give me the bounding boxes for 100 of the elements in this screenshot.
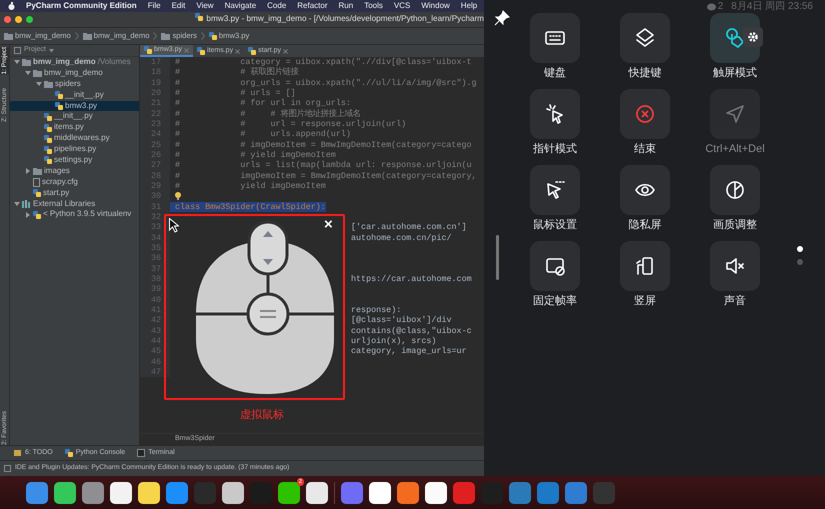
expanded-arrow-icon[interactable]: [14, 201, 20, 208]
python-console-icon: [64, 449, 73, 457]
close-button[interactable]: ×: [324, 217, 333, 232]
menu-item[interactable]: Window: [421, 0, 450, 12]
clock-text: 8月4日 周四 23:56: [731, 0, 813, 14]
code-line: # urls = list(map(lambda url: response.urljoin(u: [174, 160, 472, 171]
python-file-icon: [195, 13, 204, 22]
tree-item[interactable]: __init__.py: [10, 90, 139, 101]
code-line: # # 获取图片链接: [174, 67, 298, 78]
library-icon: [22, 200, 31, 208]
tile-button[interactable]: [620, 89, 670, 139]
menu-item[interactable]: View: [196, 0, 214, 12]
page-dot[interactable]: [797, 246, 803, 252]
send-arrow-icon: [724, 103, 746, 125]
app-icon[interactable]: [306, 482, 328, 504]
tree-item[interactable]: __init__.py: [10, 111, 139, 122]
notification-count: 2: [718, 0, 724, 14]
settings-icon[interactable]: [747, 31, 759, 43]
menu-item[interactable]: Help: [460, 0, 478, 12]
menu-item[interactable]: Tools: [364, 0, 383, 12]
menu-item[interactable]: Navigate: [224, 0, 256, 12]
app-menu[interactable]: PyCharm Community Edition: [26, 0, 137, 12]
code-line: [@class='uibox']/div: [351, 315, 452, 326]
tile-button[interactable]: [620, 165, 670, 215]
page-dot[interactable]: [797, 259, 803, 265]
code-line: ['car.autohome.com.cn']: [351, 222, 467, 233]
menu-item[interactable]: VCS: [394, 0, 410, 12]
pin-icon[interactable]: [494, 10, 510, 26]
tree-item[interactable]: middlewares.py: [10, 133, 139, 144]
code-line: # # imgDemoItem = BmwImgDemoItem(category=catego: [174, 140, 472, 150]
tree-item[interactable]: < Python 3.9.5 virtualenv: [10, 209, 139, 220]
code-line: category, image_urls=ur: [351, 346, 467, 357]
code-line: # org_urls = uibox.xpath(".//ul/li/a/img/@src").g: [174, 78, 477, 88]
tile-label: 快捷键: [628, 66, 662, 80]
expanded-arrow-icon[interactable]: [25, 70, 31, 76]
collapsed-arrow-icon[interactable]: [25, 168, 31, 174]
menu-item[interactable]: Edit: [172, 0, 186, 12]
menu-item[interactable]: File: [148, 0, 161, 12]
folder-icon: [161, 32, 170, 40]
folder-icon: [33, 69, 42, 78]
click-pointer-icon: [544, 103, 566, 125]
tile-button[interactable]: [620, 13, 670, 63]
zoom-button[interactable]: [26, 16, 33, 23]
expanded-arrow-icon[interactable]: [14, 59, 20, 66]
close-button[interactable]: [4, 16, 11, 23]
python-file-icon: [248, 47, 256, 55]
tree-item[interactable]: bmw3.py: [10, 100, 139, 112]
speaker-muted-icon: [724, 255, 746, 277]
folder-icon: [82, 32, 92, 40]
scroll-handle[interactable]: [496, 235, 499, 280]
chevron-icon: [200, 32, 205, 40]
tree-item[interactable]: start.py: [10, 188, 139, 199]
tree-item[interactable]: images: [10, 166, 139, 177]
chat-icon: [706, 2, 716, 10]
app-icon[interactable]: [425, 482, 447, 504]
tree-item-label: images: [44, 166, 70, 177]
tile-button[interactable]: [530, 165, 580, 215]
collapsed-arrow-icon[interactable]: [25, 212, 31, 218]
tree-item[interactable]: settings.py: [10, 155, 139, 166]
app-icon[interactable]: [222, 482, 244, 504]
tree-item[interactable]: bmw_img_demo: [10, 68, 139, 79]
app-icon[interactable]: [110, 482, 132, 504]
tile-button[interactable]: [710, 165, 760, 215]
tree-item[interactable]: spiders: [10, 78, 139, 90]
tile-button[interactable]: [530, 13, 580, 63]
folder-icon: [22, 58, 31, 66]
tree-item-label: pipelines.py: [54, 144, 96, 156]
expanded-arrow-icon[interactable]: [36, 81, 42, 88]
frame-rate-icon: [544, 255, 566, 277]
tile-label: 固定帧率: [533, 294, 577, 308]
menu-item[interactable]: Code: [267, 0, 286, 12]
app-icon[interactable]: [138, 482, 160, 504]
rotate-screen-icon: [634, 255, 656, 277]
tree-item-label: bmw_img_demo: [33, 57, 96, 68]
tile-button[interactable]: [710, 241, 760, 291]
panel-icon: [14, 47, 21, 54]
pointer-settings-icon: [544, 179, 566, 201]
tile-label: 隐私屏: [628, 218, 662, 232]
tree-item-label: middlewares.py: [54, 133, 110, 144]
tree-item-label: bmw_img_demo: [44, 68, 103, 79]
app-icon[interactable]: [54, 482, 76, 504]
code-line: # # for url in org_urls:: [174, 98, 351, 109]
close-icon: [283, 48, 288, 54]
tree-item[interactable]: pipelines.py: [10, 144, 139, 156]
tree-item[interactable]: scrapy.cfg: [10, 176, 139, 188]
virtual-mouse-caption: 虚拟鼠标: [240, 408, 284, 423]
tile-button[interactable]: [620, 241, 670, 291]
tree-item-label: External Libraries: [33, 198, 96, 210]
tree-item[interactable]: items.py: [10, 122, 139, 134]
tile-button[interactable]: [530, 89, 580, 139]
tree-item-label: __init__.py: [65, 90, 104, 101]
menu-item[interactable]: Refactor: [297, 0, 328, 12]
tree-item[interactable]: bmw_img_demo /Volumes: [10, 57, 139, 68]
tile-button[interactable]: [530, 241, 580, 291]
app-icon[interactable]: [369, 482, 391, 504]
tree-item[interactable]: External Libraries: [10, 198, 139, 210]
tile-button[interactable]: [710, 13, 760, 63]
code-line: autohome.com.cn/pic/: [351, 232, 452, 243]
minimize-button[interactable]: [15, 16, 22, 23]
menu-item[interactable]: Run: [338, 0, 354, 12]
